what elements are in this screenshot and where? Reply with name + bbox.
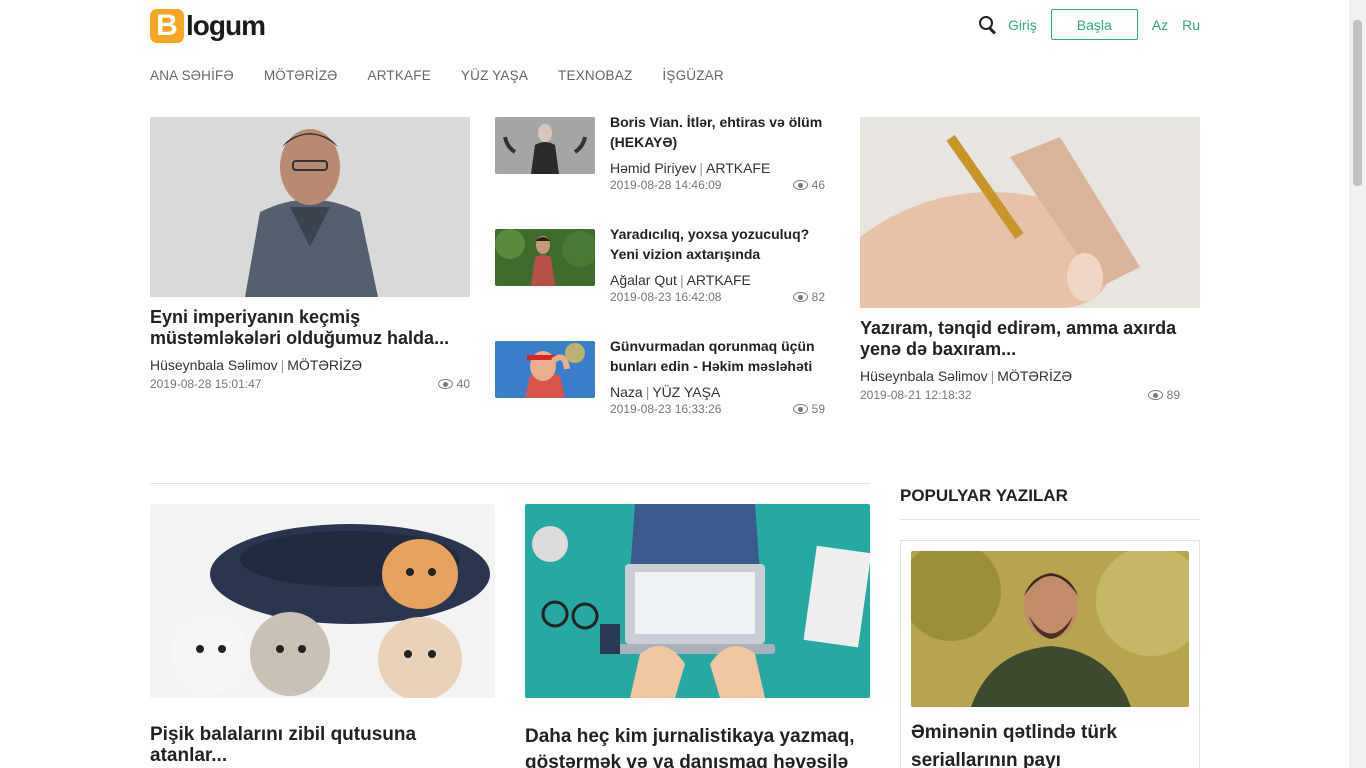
main-nav: ANA SƏHİFƏ MÖTƏRİZƏ ARTKAFE YÜZ YAŞA TEX… <box>150 68 754 83</box>
section-divider <box>150 483 870 484</box>
page: B logum Giriş Başla Az Ru ANA SƏHİFƏ MÖT… <box>0 0 1349 768</box>
eye-icon <box>437 379 453 389</box>
article-title[interactable]: Yazıram, tənqid edirəm, amma axırda yenə… <box>860 318 1200 360</box>
article-card: Daha heç kim jurnalistikaya yazmaq, göst… <box>525 504 870 768</box>
article-author[interactable]: Hüseynbala Səlimov <box>150 357 278 373</box>
nav-item-artkafe[interactable]: ARTKAFE <box>368 68 431 83</box>
article-image[interactable] <box>860 117 1200 308</box>
eye-icon <box>792 180 808 190</box>
popular-divider <box>900 519 1200 520</box>
article-author[interactable]: Ağalar Qut <box>610 272 677 288</box>
scrollbar[interactable] <box>1349 0 1366 768</box>
article-date: 2019-08-28 15:01:47 <box>150 377 262 391</box>
article-stats: 2019-08-23 16:33:26 59 <box>610 402 825 416</box>
lang-az-link[interactable]: Az <box>1152 17 1168 33</box>
search-icon[interactable] <box>978 15 998 35</box>
article-image[interactable] <box>525 504 870 698</box>
article-stats: 2019-08-23 16:42:08 82 <box>610 290 825 304</box>
article-thumbnail[interactable] <box>495 229 595 286</box>
article-views: 40 <box>456 377 470 391</box>
article-views: 59 <box>811 402 825 416</box>
article-stats: 2019-08-28 15:01:47 40 <box>150 377 470 391</box>
article-byline: Hüseynbala Səlimov | MÖTƏRİZƏ <box>150 357 362 373</box>
article-views: 46 <box>811 178 825 192</box>
nav-item-moterize[interactable]: MÖTƏRİZƏ <box>264 68 338 83</box>
article-title[interactable]: Yaradıcılıq, yoxsa yozuculuq? Yeni vizio… <box>610 224 825 264</box>
login-link[interactable]: Giriş <box>1008 17 1037 33</box>
nav-item-texnobaz[interactable]: TEXNOBAZ <box>558 68 632 83</box>
article-category[interactable]: MÖTƏRİZƏ <box>997 368 1072 384</box>
article-date: 2019-08-23 16:33:26 <box>610 402 722 416</box>
article-category[interactable]: ARTKAFE <box>706 160 770 176</box>
logo-mark: B <box>150 9 184 43</box>
scrollbar-thumb[interactable] <box>1353 20 1362 186</box>
article-date: 2019-08-28 14:46:09 <box>610 178 722 192</box>
article-title[interactable]: Eyni imperiyanın keçmiş müstəmləkələri o… <box>150 307 470 349</box>
article-thumbnail[interactable] <box>495 341 595 398</box>
logo[interactable]: B logum <box>150 9 266 43</box>
article-views: 89 <box>1166 388 1180 402</box>
article-image[interactable] <box>150 117 470 297</box>
article-category[interactable]: YÜZ YAŞA <box>652 384 720 400</box>
featured-article-main: Eyni imperiyanın keçmiş müstəmləkələri o… <box>150 117 470 391</box>
article-date: 2019-08-23 16:42:08 <box>610 290 722 304</box>
article-title[interactable]: Günvurmadan qorunmaq üçün bunları edin -… <box>610 336 825 376</box>
nav-item-home[interactable]: ANA SƏHİFƏ <box>150 68 234 83</box>
article-card: Pişik balalarını zibil qutusuna atanlar.… <box>150 504 495 766</box>
featured-article-side: Yazıram, tənqid edirəm, amma axırda yenə… <box>860 117 1200 402</box>
article-author[interactable]: Həmid Piriyev <box>610 160 696 176</box>
article-stats: 2019-08-21 12:18:32 89 <box>860 388 1180 402</box>
eye-icon <box>792 404 808 414</box>
article-title[interactable]: Daha heç kim jurnalistikaya yazmaq, göst… <box>525 724 870 768</box>
article-image[interactable] <box>150 504 495 698</box>
popular-article-title[interactable]: Əminənin qətlində türk seriallarının pay… <box>911 719 1181 768</box>
article-byline: Ağalar Qut | ARTKAFE <box>610 272 751 288</box>
popular-heading: POPULYAR YAZILAR <box>900 486 1068 505</box>
eye-icon <box>1147 390 1163 400</box>
popular-article-card: Əminənin qətlində türk seriallarının pay… <box>900 540 1200 768</box>
popular-article-image[interactable] <box>911 551 1189 707</box>
eye-icon <box>792 292 808 302</box>
nav-item-isguzar[interactable]: İŞGÜZAR <box>662 68 723 83</box>
start-button[interactable]: Başla <box>1050 9 1138 40</box>
lang-ru-link[interactable]: Ru <box>1182 17 1200 33</box>
article-author[interactable]: Naza <box>610 384 643 400</box>
nav-item-yuz-yasa[interactable]: YÜZ YAŞA <box>461 68 528 83</box>
article-date: 2019-08-21 12:18:32 <box>860 388 972 402</box>
article-title[interactable]: Boris Vian. İtlər, ehtiras və ölüm (HEKA… <box>610 112 825 152</box>
article-stats: 2019-08-28 14:46:09 46 <box>610 178 825 192</box>
article-views: 82 <box>811 290 825 304</box>
article-byline: Həmid Piriyev | ARTKAFE <box>610 160 771 176</box>
article-byline: Hüseynbala Səlimov | MÖTƏRİZƏ <box>860 368 1072 384</box>
article-author[interactable]: Hüseynbala Səlimov <box>860 368 988 384</box>
article-category[interactable]: MÖTƏRİZƏ <box>287 357 362 373</box>
header-actions: Giriş Başla Az Ru <box>978 8 1200 41</box>
logo-text: logum <box>186 10 266 41</box>
article-thumbnail[interactable] <box>495 117 595 174</box>
article-category[interactable]: ARTKAFE <box>687 272 751 288</box>
article-title[interactable]: Pişik balalarını zibil qutusuna atanlar.… <box>150 724 495 766</box>
article-byline: Naza | YÜZ YAŞA <box>610 384 721 400</box>
